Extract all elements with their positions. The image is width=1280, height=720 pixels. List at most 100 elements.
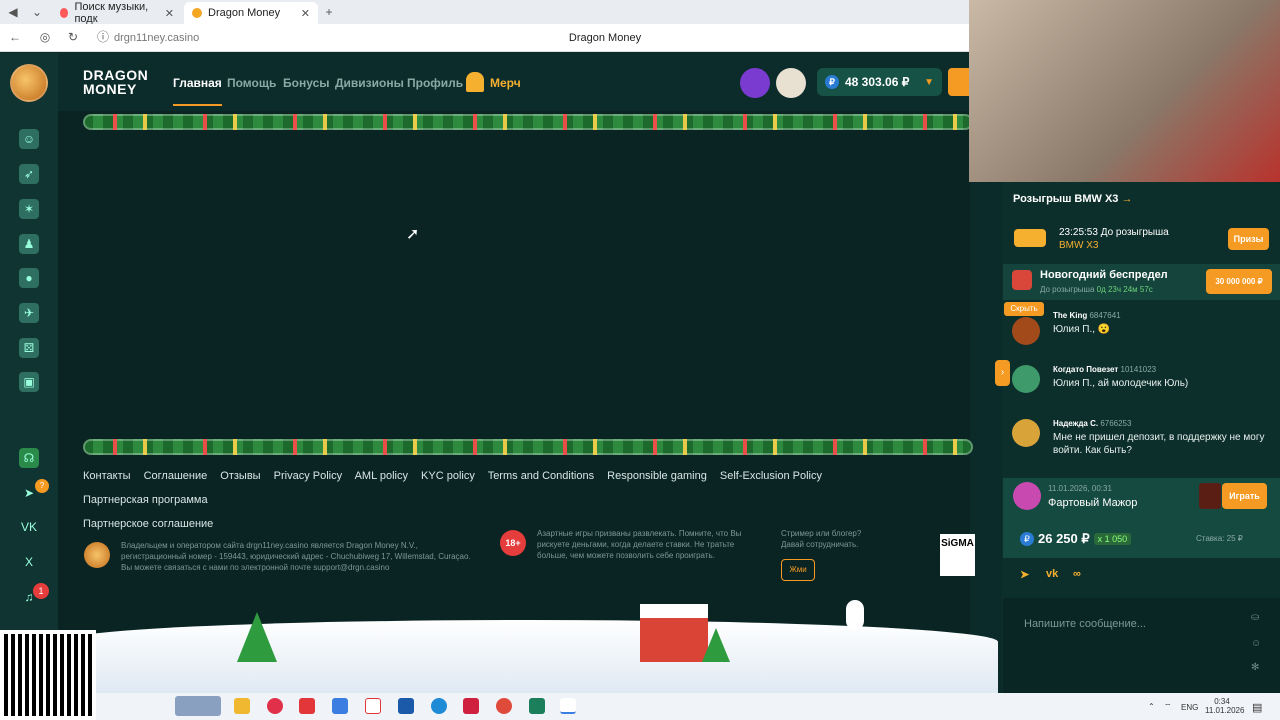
footer-link-self-exclusion[interactable]: Self-Exclusion Policy [720, 470, 822, 482]
support-headset-icon[interactable]: ☊ [19, 448, 39, 468]
yandex-browser-icon[interactable] [365, 698, 381, 714]
raffle-title[interactable]: Розыгрыш BMW X3 → [1013, 193, 1132, 205]
yandex-browser-active-icon[interactable] [560, 698, 576, 714]
chat-message-input[interactable]: Напишите сообщение... [1008, 606, 1240, 686]
rocket-icon[interactable]: ➶ [19, 164, 39, 184]
bet-label: Ставка: [1196, 534, 1225, 543]
raffle-car: BMW X3 [1059, 240, 1099, 251]
notification-badge: 1 [33, 583, 49, 599]
footer-link-kyc[interactable]: KYC policy [421, 470, 475, 482]
chat-message: The King 6847641 Юлия П., 😮 [1012, 311, 1274, 345]
settings-icon[interactable]: ✻ [1251, 662, 1259, 673]
smile-icon[interactable]: ☺ [19, 129, 39, 149]
avatar-2[interactable] [776, 68, 806, 98]
nav-help[interactable]: Помощь [227, 76, 276, 90]
store-icon[interactable] [398, 698, 414, 714]
win-amount: ₽ 26 250 ₽ x 1 050 [1020, 531, 1132, 547]
obs-icon[interactable] [529, 698, 545, 714]
user-icon[interactable]: ♟ [19, 234, 39, 254]
small-tree-icon [702, 628, 730, 662]
nav-profile[interactable]: Профиль [407, 76, 463, 90]
message-author[interactable]: The King 6847641 [1053, 311, 1274, 320]
message-author[interactable]: Надежда С. 6766253 [1053, 419, 1273, 428]
footer-link-responsible[interactable]: Responsible gaming [607, 470, 707, 482]
gingerbread-house-icon [640, 604, 708, 662]
browser-tab-bar: ◀ ⌄ Поиск музыки, подк ✕ Dragon Money ✕ … [0, 0, 970, 25]
raffle-timer: 23:25:53 До розыгрыша [1059, 227, 1169, 238]
plane-icon[interactable]: ✈ [19, 303, 39, 323]
tab-list-icon[interactable]: ⌄ [30, 5, 44, 19]
footer-link-partner-program[interactable]: Партнерская программа [83, 494, 208, 506]
notifications-icon[interactable]: ▤ [1252, 701, 1262, 714]
footer-link-contacts[interactable]: Контакты [83, 470, 131, 482]
yandex-icon[interactable] [299, 698, 315, 714]
language-indicator[interactable]: ENG [1181, 703, 1198, 712]
gambling-warning: Азартные игры призваны развлекать. Помни… [537, 529, 742, 560]
arrow-right-icon: → [1121, 193, 1133, 205]
expand-chat-icon[interactable]: › [995, 360, 1010, 386]
vk-icon[interactable]: VK [19, 517, 39, 537]
tab-dragon-money[interactable]: Dragon Money ✕ [184, 2, 318, 24]
close-icon[interactable]: ✕ [301, 7, 310, 20]
dice-icon[interactable]: ⚄ [19, 338, 39, 358]
star-icon[interactable]: ✶ [19, 199, 39, 219]
tab-favicon-icon [60, 8, 69, 18]
dragon-logo-icon[interactable] [10, 64, 48, 102]
brand-line1: DRAGON [83, 67, 149, 83]
footer-link-aml[interactable]: AML policy [355, 470, 408, 482]
wifi-icon[interactable]: ⌔ [1164, 702, 1172, 712]
sigma-award-logo: SiGMA [940, 534, 975, 576]
clock[interactable]: 0:34 11.01.2026 [1205, 697, 1244, 715]
partner-write-button[interactable]: Жми [781, 559, 815, 581]
nav-divisions[interactable]: Дивизионы [335, 76, 404, 90]
event-title: Новогодний беспредел [1040, 269, 1168, 281]
site-background [0, 53, 970, 693]
avatar [1012, 365, 1040, 393]
footer-link-reviews[interactable]: Отзывы [220, 470, 260, 482]
chrome-icon[interactable] [496, 698, 512, 714]
new-tab-icon[interactable]: + [322, 5, 336, 19]
link-icon[interactable]: ∞ [1073, 568, 1081, 580]
wallet-button[interactable] [948, 68, 970, 96]
prizes-button[interactable]: Призы [1228, 228, 1269, 250]
tab-audio-icon[interactable]: ◀ [6, 5, 20, 19]
tab-music-search[interactable]: Поиск музыки, подк ✕ [52, 1, 182, 25]
telegram-share-icon[interactable]: ➤ [1020, 568, 1029, 581]
x-icon[interactable]: X [19, 552, 39, 572]
bucket-icon[interactable]: ⛀ [1251, 612, 1259, 623]
close-icon[interactable]: ✕ [165, 7, 174, 20]
raffle-title-text: Розыгрыш BMW X3 [1013, 193, 1119, 205]
nav-bonuses[interactable]: Бонусы [283, 76, 330, 90]
explorer-icon[interactable] [234, 698, 250, 714]
game-thumb[interactable] [1199, 483, 1221, 509]
edge-icon[interactable] [431, 698, 447, 714]
emoji-icon[interactable]: ☺ [1251, 638, 1261, 649]
footer-link-privacy[interactable]: Privacy Policy [274, 470, 342, 482]
footer-link-partner-agreement[interactable]: Партнерское соглашение [83, 518, 213, 530]
footer-link-terms[interactable]: Terms and Conditions [488, 470, 594, 482]
case-icon[interactable]: ▣ [19, 372, 39, 392]
mail-icon[interactable] [332, 698, 348, 714]
event-prize-button[interactable]: 30 000 000 ₽ [1206, 269, 1272, 294]
avatar-1[interactable] [740, 68, 770, 98]
play-button[interactable]: Играть [1222, 483, 1267, 509]
nav-merch[interactable]: Мерч [490, 76, 521, 90]
win-name[interactable]: Фартовый Мажор [1048, 497, 1137, 509]
event-countdown-value: 0д 23ч 24м 57с [1096, 285, 1153, 294]
message-text: Юлия П., ай молодечик Юль) [1053, 378, 1189, 389]
opera-icon[interactable] [267, 698, 283, 714]
balance-dropdown[interactable]: ₽ 48 303.06 ₽ ▼ [817, 68, 942, 96]
tray-chevron-icon[interactable]: ⌃ [1148, 702, 1155, 711]
tab-label: Поиск музыки, подк [74, 1, 149, 25]
event-countdown: До розыгрыша 0д 23ч 24м 57с [1040, 285, 1153, 294]
brand-logo[interactable]: DRAGON MONEY [83, 68, 148, 96]
taskbar-landscape-thumb[interactable] [175, 696, 221, 716]
message-author[interactable]: Когдато Повезет 10141023 [1053, 365, 1274, 374]
bomb-icon[interactable]: ● [19, 268, 39, 288]
wildberries-icon[interactable] [463, 698, 479, 714]
nav-home[interactable]: Главная [173, 76, 222, 106]
garland-top [83, 114, 973, 130]
vk-share-icon[interactable]: vk [1046, 568, 1058, 580]
footer-link-agreement[interactable]: Соглашение [144, 470, 208, 482]
ruble-coin-icon: ₽ [1020, 532, 1034, 546]
